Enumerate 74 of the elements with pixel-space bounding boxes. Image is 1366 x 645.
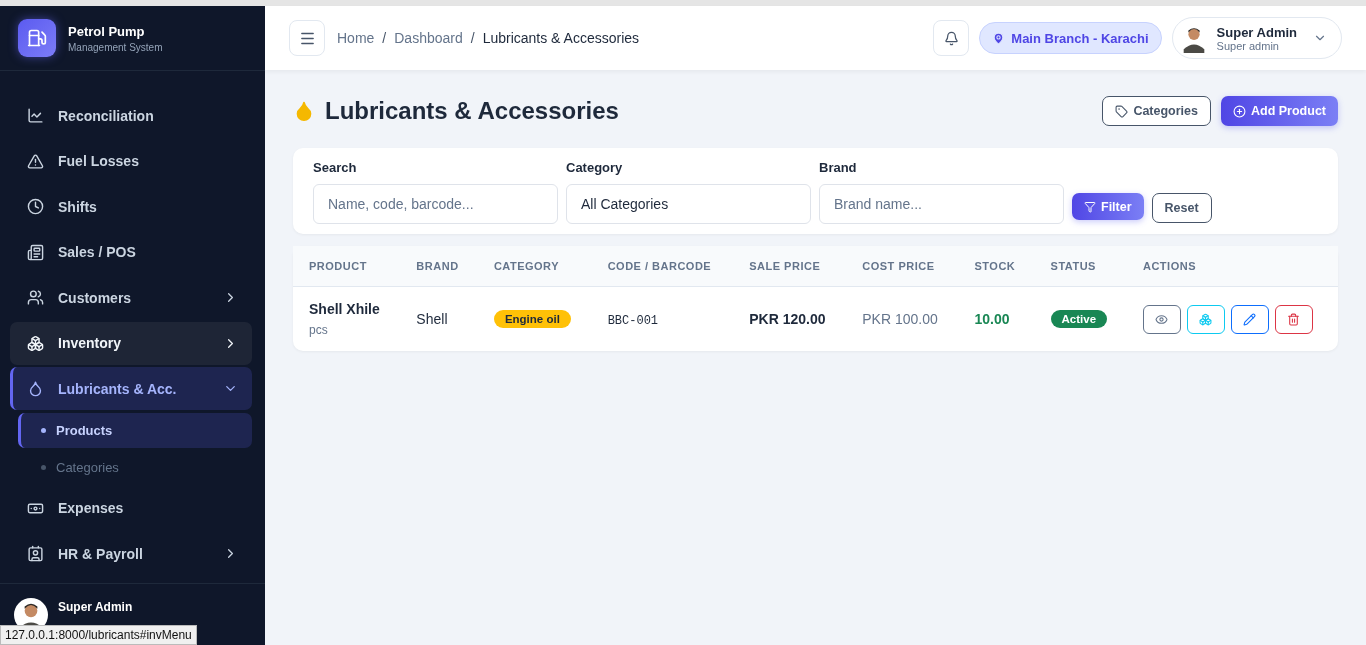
menu-button[interactable] (289, 20, 325, 56)
sidebar-item[interactable]: Fuel Losses (10, 139, 252, 183)
sidebar-item[interactable]: Lubricants & Acc. (10, 367, 252, 410)
column-header: STATUS (1034, 246, 1127, 287)
input-field[interactable]: Name, code, barcode... (313, 184, 558, 224)
filter-button[interactable]: Filter (1072, 193, 1144, 220)
column-header: CODE / BARCODE (591, 246, 734, 287)
breadcrumb-separator: / (470, 30, 475, 46)
bell-icon (943, 30, 959, 46)
sidebar-item[interactable]: Sales / POS (10, 230, 252, 274)
eye-icon (1155, 312, 1169, 326)
column-header: CATEGORY (477, 246, 592, 287)
newspaper-icon (27, 243, 44, 261)
sidebar-item[interactable]: Expenses (10, 486, 252, 530)
breadcrumb-separator: / (382, 30, 387, 46)
clock-icon (27, 198, 44, 215)
product-code: BBC-001 (607, 313, 659, 328)
sidebar-item[interactable]: Customers (10, 276, 252, 319)
view-button[interactable] (1143, 304, 1181, 334)
app-title: Petrol Pump (68, 23, 146, 39)
branch-selector[interactable]: Main Branch - Karachi (979, 22, 1162, 54)
trash-icon (1287, 312, 1301, 326)
submenu-item[interactable]: Categories (18, 449, 252, 485)
map-pin-icon (992, 31, 1006, 45)
product-unit: pcs (309, 323, 329, 337)
table-cell: PKR 120.00 (733, 286, 847, 351)
field-label: Brand (819, 160, 858, 175)
column-header: BRAND (400, 246, 478, 287)
app-subtitle: Management System (68, 41, 163, 53)
contact-card-icon (27, 545, 44, 562)
page-title: Lubricants & Accessories (325, 97, 620, 125)
select-field[interactable]: All Categories (566, 184, 811, 224)
users-icon (27, 289, 44, 306)
column-header: ACTIONS (1127, 246, 1338, 287)
delete-button[interactable] (1275, 304, 1313, 334)
breadcrumb-link[interactable]: Dashboard (394, 30, 463, 46)
warning-icon (27, 152, 44, 170)
sidebar-item[interactable]: HR & Payroll (10, 532, 252, 575)
column-header: PRODUCT (293, 246, 401, 287)
tag-icon (1115, 104, 1129, 118)
boxes-icon (27, 334, 44, 352)
table-cell: Shell (400, 286, 478, 351)
user-menu[interactable]: Super Admin Super admin (1171, 17, 1342, 59)
category-tag: Engine oil (493, 310, 571, 328)
sidebar-item[interactable]: Shifts (10, 185, 252, 228)
chart-icon (27, 107, 44, 124)
filter-icon (1084, 200, 1096, 213)
input-field[interactable]: Brand name... (819, 184, 1064, 224)
droplet-icon (27, 380, 44, 397)
submenu-item[interactable]: Products (18, 412, 252, 448)
table-cell: 10.00 (958, 286, 1035, 351)
notification-button[interactable] (933, 20, 970, 56)
categories-button[interactable]: Categories (1102, 96, 1211, 126)
boxes-icon (1199, 312, 1213, 326)
status-tag: Active (1050, 310, 1108, 328)
breadcrumb-link[interactable]: Lubricants & Accessories (482, 30, 640, 46)
edit-button[interactable] (1231, 304, 1269, 334)
pencil-icon (1243, 312, 1257, 326)
column-header: SALE PRICE (733, 246, 847, 287)
field-label: Category (566, 160, 624, 175)
sidebar-item[interactable]: Inventory (10, 321, 252, 365)
product-name: Shell Xhile (309, 301, 381, 317)
user-name: Super Admin (58, 600, 133, 614)
breadcrumb-link[interactable]: Home (337, 30, 375, 46)
field-label: Search (313, 160, 358, 175)
add-button[interactable]: Add Product (1221, 96, 1338, 126)
sidebar-item[interactable]: Reconciliation (10, 94, 252, 137)
status-url: 127.0.0.1:8000/lubricants#invMenu (0, 625, 197, 645)
table-cell: PKR 100.00 (846, 286, 959, 351)
fuel-pump-icon (27, 28, 47, 48)
column-header: STOCK (958, 246, 1035, 287)
plus-circle-icon (1233, 104, 1246, 118)
reset-button[interactable]: Reset (1151, 193, 1212, 223)
column-header: COST PRICE (846, 246, 959, 287)
